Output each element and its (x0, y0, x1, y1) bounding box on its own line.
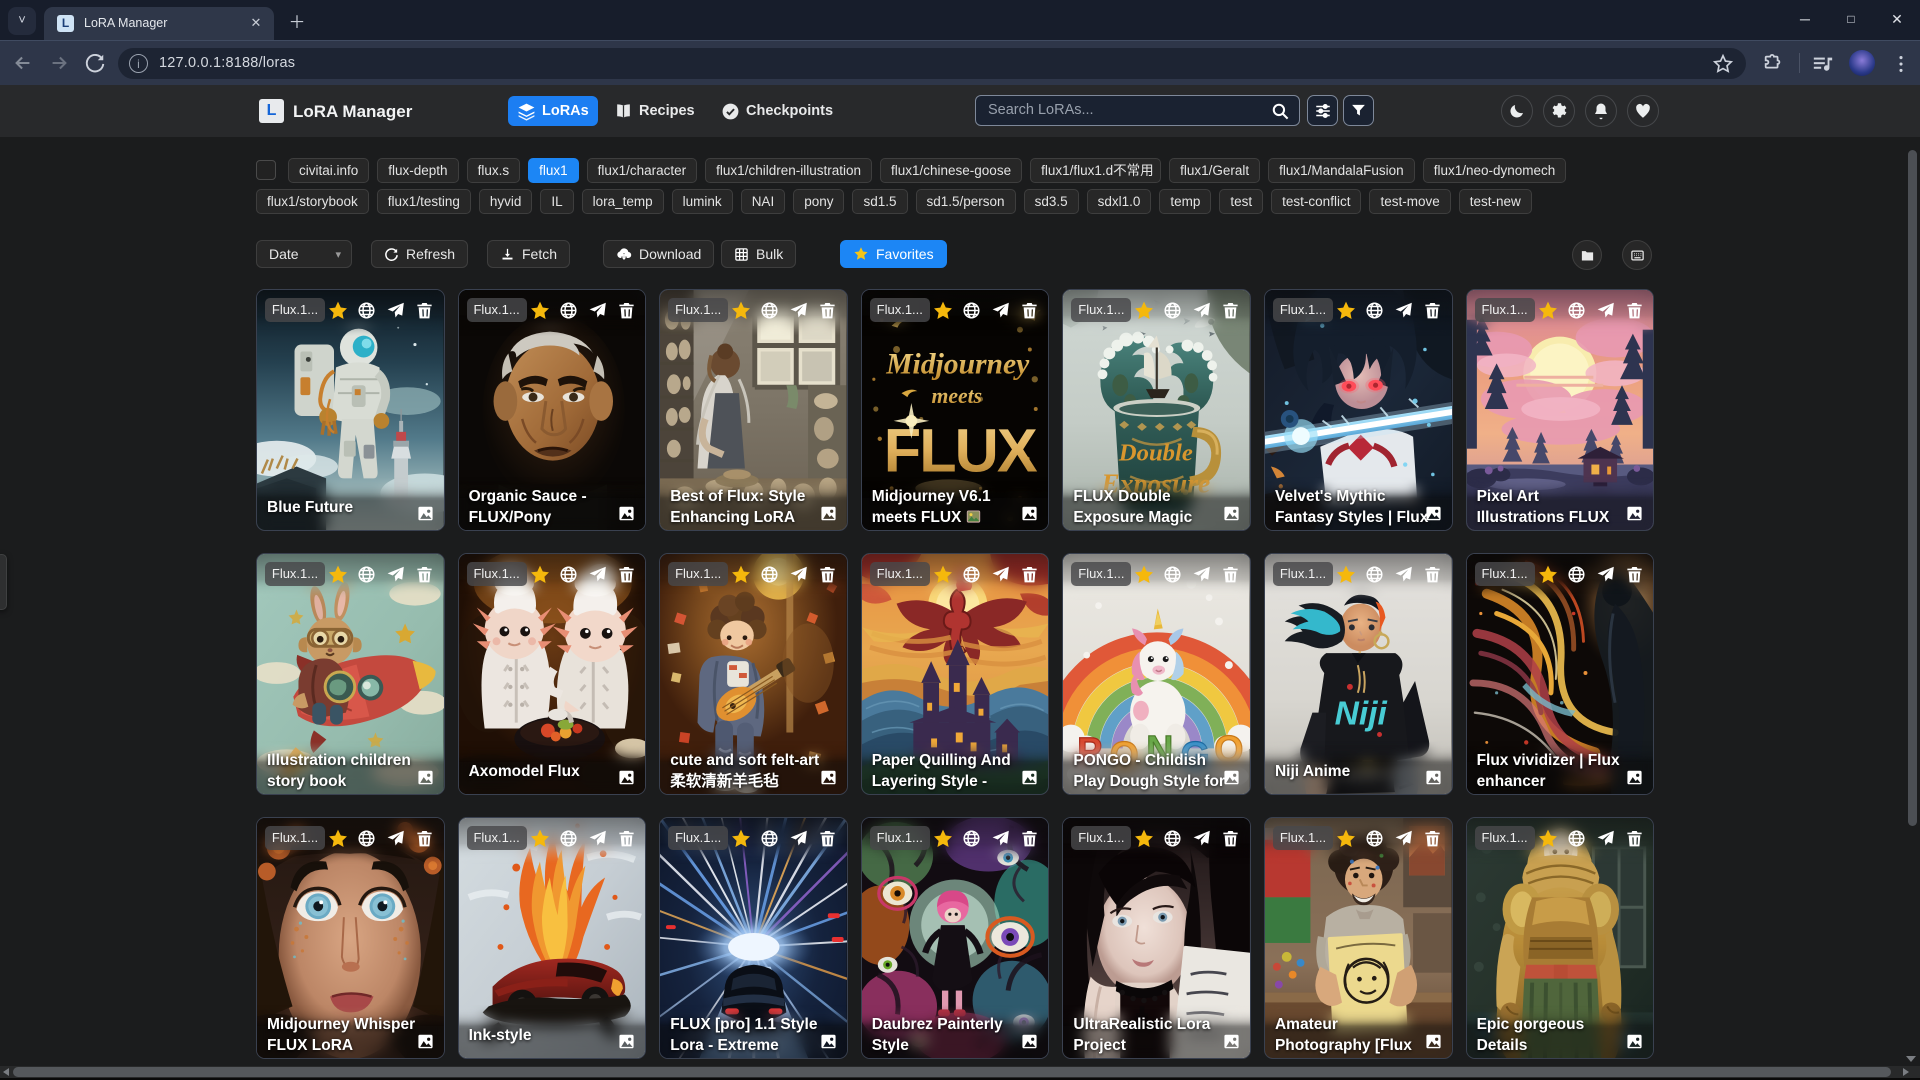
svg-text:Niji: Niji (1335, 696, 1388, 733)
svg-text:FLUX: FLUX (884, 415, 1038, 484)
svg-text:Midjourney: Midjourney (885, 348, 1030, 380)
svg-text:meets: meets (931, 384, 982, 408)
svg-text:Double: Double (1118, 440, 1193, 467)
